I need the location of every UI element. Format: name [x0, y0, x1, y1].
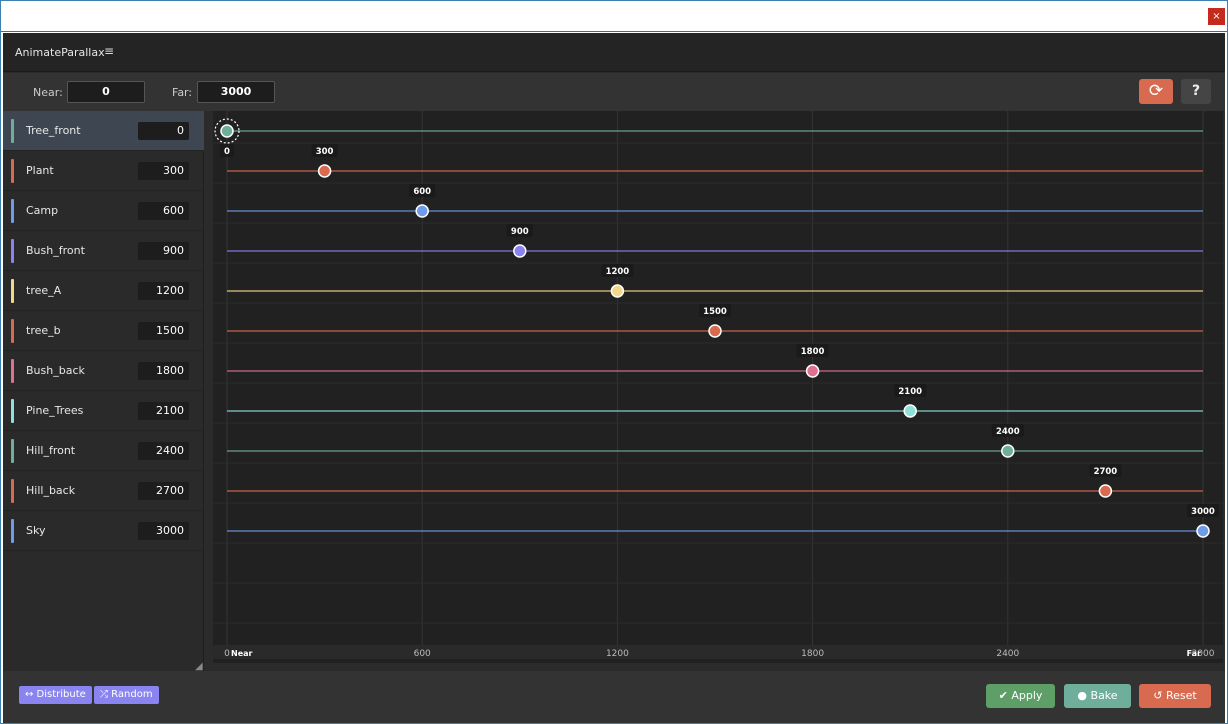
- depth-point: [415, 204, 429, 218]
- depth-graph[interactable]: 0 600 1200 1800 2400 3000 Near Far 0 300 600 900 120…: [213, 111, 1223, 663]
- point-label: 600: [413, 187, 431, 197]
- layer-color-swatch: [11, 479, 14, 503]
- layer-name: Tree_front: [26, 124, 81, 137]
- point-label: 0: [224, 147, 230, 157]
- far-input[interactable]: 3000: [197, 81, 275, 103]
- x-axis-band: [213, 645, 1223, 659]
- reset-button[interactable]: ↺ Reset: [1139, 684, 1211, 708]
- layer-name: Sky: [26, 524, 46, 537]
- layer-row-tree-front[interactable]: Tree_front 0: [3, 111, 204, 151]
- app-window: × AnimateParallax ≡ Near: 0 Far: 3000 ⟳ …: [0, 0, 1228, 724]
- layer-name: Hill_back: [26, 484, 76, 497]
- layer-depth-input[interactable]: 2400: [138, 442, 189, 460]
- point-label: 3000: [1191, 507, 1215, 517]
- point-label: 1500: [703, 307, 727, 317]
- layer-depth-input[interactable]: 2100: [138, 402, 189, 420]
- layer-name: tree_A: [26, 284, 62, 297]
- layer-depth-input[interactable]: 300: [138, 162, 189, 180]
- layer-depth-input[interactable]: 900: [138, 242, 189, 260]
- depth-point: [610, 284, 625, 298]
- point-label: 1800: [801, 347, 825, 357]
- layer-name: Camp: [26, 204, 59, 217]
- near-axis-label: Near: [231, 649, 253, 658]
- depth-chart-svg: 0 600 1200 1800 2400 3000 Near Far 0 300 600 900 120…: [213, 111, 1223, 659]
- far-label: Far:: [172, 86, 193, 99]
- layer-depth-input[interactable]: 2700: [138, 482, 189, 500]
- layer-color-swatch: [11, 359, 14, 383]
- refresh-icon: ⟳: [1148, 81, 1164, 101]
- x-tick-label: 0: [224, 649, 230, 659]
- x-tick-label: 600: [414, 649, 431, 659]
- depth-point: [1098, 484, 1113, 498]
- layer-row-pine-trees[interactable]: Pine_Trees 2100: [3, 391, 204, 431]
- layer-color-swatch: [11, 399, 14, 423]
- depth-point: [708, 324, 722, 338]
- distribute-button[interactable]: ↔ Distribute: [19, 686, 92, 704]
- layer-row-hill-front[interactable]: Hill_front 2400: [3, 431, 204, 471]
- depth-point: [1196, 524, 1210, 538]
- layer-color-swatch: [11, 159, 14, 183]
- layer-depth-input[interactable]: 1200: [138, 282, 189, 300]
- point-label: 2400: [996, 427, 1020, 437]
- bake-button[interactable]: ● Bake: [1064, 684, 1131, 708]
- point-label: 1200: [606, 267, 630, 277]
- layer-name: tree_b: [26, 324, 61, 337]
- near-label: Near:: [33, 86, 63, 99]
- point-label: 2700: [1094, 467, 1118, 477]
- layer-list: Tree_front 0 Plant 300 Camp 600 Bush_front 900 t…: [3, 111, 204, 671]
- layer-row-sky[interactable]: Sky 3000: [3, 511, 204, 551]
- layer-row-camp[interactable]: Camp 600: [3, 191, 204, 231]
- menu-icon[interactable]: ≡: [104, 44, 114, 58]
- close-icon[interactable]: ×: [1208, 8, 1225, 25]
- refresh-button[interactable]: ⟳: [1139, 79, 1173, 104]
- depth-point: [220, 124, 234, 138]
- layer-name: Bush_back: [26, 364, 85, 377]
- help-button[interactable]: ?: [1181, 79, 1211, 104]
- x-tick-label: 2400: [996, 649, 1019, 659]
- layer-name: Plant: [26, 164, 54, 177]
- point-label: 900: [511, 227, 529, 237]
- layer-color-swatch: [11, 199, 14, 223]
- toolbar: Near: 0 Far: 3000 ⟳ ?: [3, 73, 1225, 111]
- far-axis-label: Far: [1187, 649, 1201, 658]
- layer-color-swatch: [11, 119, 14, 143]
- depth-point: [903, 404, 917, 418]
- depth-point: [513, 244, 527, 258]
- footer-bar: ↔ Distribute ⤮ Random ✔ Apply ● Bake ↺ R…: [3, 671, 1225, 723]
- layer-depth-input[interactable]: 1800: [138, 362, 189, 380]
- point-label: 2100: [898, 387, 922, 397]
- layer-color-swatch: [11, 439, 14, 463]
- depth-point: [1001, 444, 1015, 458]
- apply-button[interactable]: ✔ Apply: [986, 684, 1055, 708]
- layer-name: Pine_Trees: [26, 404, 84, 417]
- layer-color-swatch: [11, 519, 14, 543]
- layer-row-bush-front[interactable]: Bush_front 900: [3, 231, 204, 271]
- layer-color-swatch: [11, 239, 14, 263]
- panel-title: AnimateParallax: [15, 46, 105, 59]
- point-label: 300: [316, 147, 334, 157]
- layer-depth-input[interactable]: 1500: [138, 322, 189, 340]
- depth-point: [805, 364, 820, 378]
- title-bar: ×: [1, 1, 1227, 32]
- layer-name: Bush_front: [26, 244, 85, 257]
- depth-point: [317, 164, 332, 178]
- layer-row-hill-back[interactable]: Hill_back 2700: [3, 471, 204, 511]
- random-button[interactable]: ⤮ Random: [94, 686, 159, 704]
- x-tick-label: 1800: [801, 649, 824, 659]
- layer-row-tree-a[interactable]: tree_A 1200: [3, 271, 204, 311]
- layer-color-swatch: [11, 319, 14, 343]
- layer-depth-input[interactable]: 600: [138, 202, 189, 220]
- panel-header: AnimateParallax ≡: [3, 33, 1225, 72]
- x-tick-label: 1200: [606, 649, 629, 659]
- layer-row-tree-b[interactable]: tree_b 1500: [3, 311, 204, 351]
- layer-name: Hill_front: [26, 444, 76, 457]
- layer-depth-input[interactable]: 0: [138, 122, 189, 140]
- layer-depth-input[interactable]: 3000: [138, 522, 189, 540]
- near-input[interactable]: 0: [67, 81, 145, 103]
- layer-row-plant[interactable]: Plant 300: [3, 151, 204, 191]
- layer-color-swatch: [11, 279, 14, 303]
- animate-parallax-panel: AnimateParallax ≡ Near: 0 Far: 3000 ⟳ ? …: [3, 33, 1225, 723]
- layer-row-bush-back[interactable]: Bush_back 1800: [3, 351, 204, 391]
